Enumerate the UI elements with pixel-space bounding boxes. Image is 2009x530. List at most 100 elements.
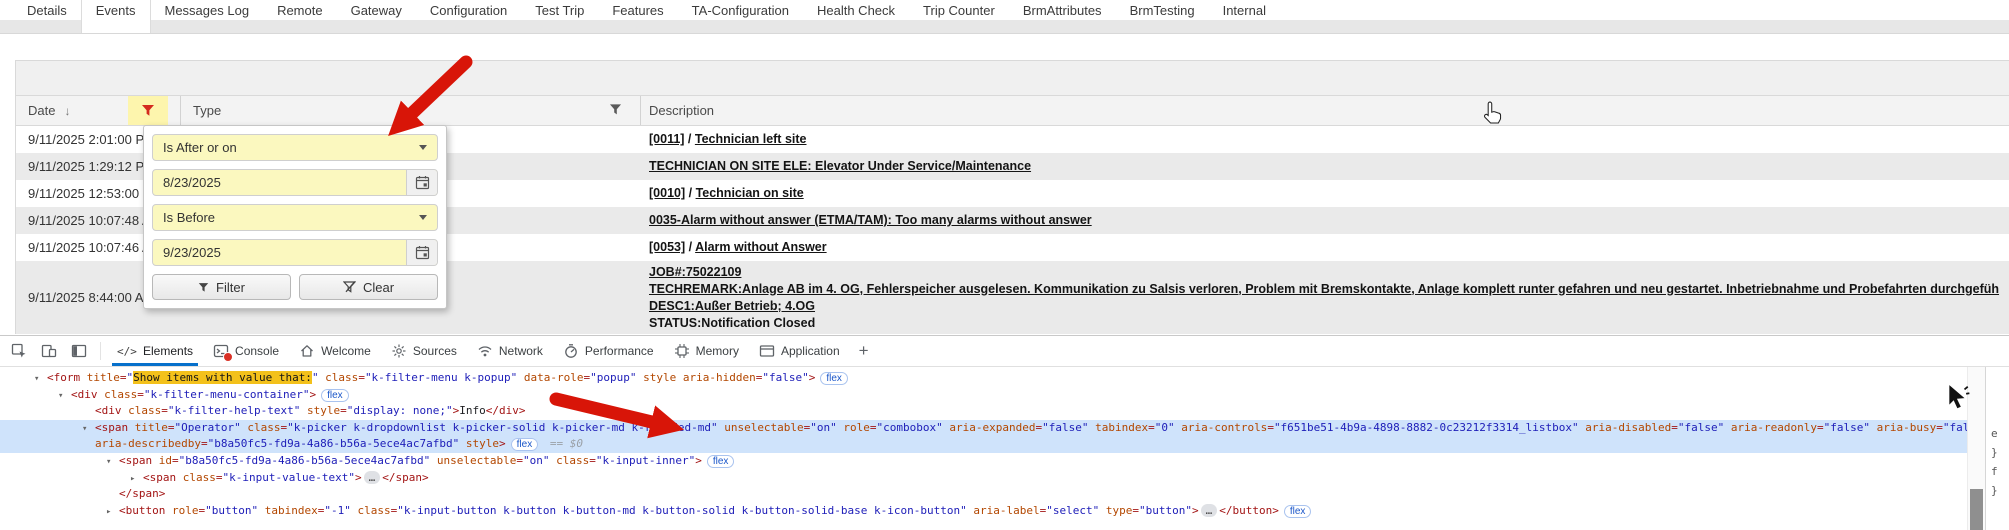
description-link[interactable]: TECHNICIAN ON SITE ELE: Elevator Under S… [649,159,1031,173]
tab-ta-configuration[interactable]: TA-Configuration [678,0,803,33]
devtools-code-line[interactable]: ▾<form title="Show items with value that… [0,370,1967,387]
type-filter-button[interactable] [609,103,622,118]
devtools-tab-label: Welcome [321,344,371,358]
code-token: < [95,421,102,434]
code-token: "display: none;" [347,404,453,417]
scrollbar-thumb[interactable] [1970,489,1983,530]
tree-toggle-icon[interactable]: ▸ [130,471,143,487]
tab-internal[interactable]: Internal [1209,0,1280,33]
date-input-1-field[interactable] [153,175,406,190]
code-token: "k-filter-menu-container" [144,388,310,401]
tree-toggle-icon[interactable]: ▾ [58,388,71,404]
devtools-tab-network[interactable]: Network [467,336,553,366]
date-filter-popup: Is After or on Is Before Filter [143,125,447,309]
description-text: / [685,186,695,200]
sort-descending-icon: ↓ [64,104,70,118]
code-token: aria-expanded [943,421,1036,434]
tab-events[interactable]: Events [81,0,151,33]
devtools-tab-sources[interactable]: Sources [381,336,467,366]
description-link[interactable]: Technician left site [695,132,807,146]
tab-features[interactable]: Features [598,0,677,33]
tab-gateway[interactable]: Gateway [337,0,416,33]
code-token: "k-input-inner" [596,454,695,467]
description-link[interactable]: TECHREMARK:Anlage AB im 4. OG, Fehlerspe… [649,282,1999,296]
devtools-tab-label: Performance [585,344,654,358]
tab-messages-log[interactable]: Messages Log [151,0,264,33]
devtools-tab-application[interactable]: Application [749,336,850,366]
tab-details[interactable]: Details [13,0,81,33]
devtools-tab-console[interactable]: Console [203,336,289,366]
date-filter-button[interactable] [128,96,168,125]
column-header-type[interactable]: Type [181,96,641,125]
tab-brmtesting[interactable]: BrmTesting [1116,0,1209,33]
calendar-button-2[interactable] [406,240,437,265]
clear-button[interactable]: Clear [299,274,438,300]
flex-badge: flex [1284,505,1312,518]
tree-toggle-icon[interactable]: ▾ [106,454,119,470]
date-input-2-field[interactable] [153,245,406,260]
devtools-tab-welcome[interactable]: Welcome [289,336,381,366]
code-token: id [152,454,172,467]
tree-toggle-icon[interactable]: ▾ [82,421,95,437]
tab-configuration[interactable]: Configuration [416,0,521,33]
description-link[interactable]: [0053] [649,240,685,254]
devtools-code-line[interactable]: ▸<button role="button" tabindex="-1" cla… [0,503,1967,520]
code-token: "select" [1046,504,1099,517]
tree-toggle-icon[interactable]: ▾ [34,371,47,387]
dock-side-icon[interactable] [66,338,92,364]
devtools-elements-tree: ▾<form title="Show items with value that… [0,367,1967,530]
tab-health-check[interactable]: Health Check [803,0,909,33]
styles-pane-text-fragment: } [1991,446,2009,465]
popup-button-row: Filter Clear [152,274,438,300]
description-link[interactable]: Technician on site [696,186,804,200]
devtools-code-line[interactable]: <div class="k-filter-help-text" style="d… [0,403,1967,420]
elements-icon: </> [117,344,137,358]
description-link[interactable]: DESC1:Außer Betrieb; 4.OG [649,299,815,313]
expand-ellipsis-button[interactable]: … [1201,504,1218,517]
devtools-code-line[interactable]: ▾<span title="Operator" class="k-picker … [0,420,1967,437]
description-link[interactable]: 0035-Alarm without answer (ETMA/TAM): To… [649,213,1092,227]
tab-brmattributes[interactable]: BrmAttributes [1009,0,1116,33]
devtools-tab-memory[interactable]: Memory [664,336,749,366]
device-toolbar-icon[interactable] [36,338,62,364]
tab-test-trip[interactable]: Test Trip [521,0,598,33]
filter-button[interactable]: Filter [152,274,291,300]
description-link[interactable]: [0010] [649,186,685,200]
expand-ellipsis-button[interactable]: … [364,471,381,484]
inspect-icon[interactable] [6,338,32,364]
column-header-description[interactable]: Description [641,96,2009,125]
code-token: = [120,371,127,384]
code-token: "k-picker k-dropdownlist k-picker-solid … [287,421,717,434]
code-token: > [422,471,429,484]
funnel-icon [141,104,155,117]
devtools-code-line[interactable]: ▾<span id="b8a50fc5-fd9a-4a86-b56a-5ece4… [0,453,1967,470]
more-tabs-button[interactable]: + [850,341,878,361]
devtools-tab-performance[interactable]: Performance [553,336,664,366]
operator-dropdown-1[interactable]: Is After or on [152,134,438,161]
description-cell: TECHNICIAN ON SITE ELE: Elevator Under S… [641,158,2009,175]
description-link[interactable]: [0011] [649,132,684,146]
code-token: tabindex [258,504,318,517]
description-line: STATUS:Notification Closed [649,315,2009,332]
description-cell: [0011] / Technician left site [641,131,2009,148]
code-token: " [312,371,319,384]
operator-dropdown-2[interactable]: Is Before [152,204,438,231]
description-link[interactable]: Alarm without Answer [695,240,827,254]
tab-trip-counter[interactable]: Trip Counter [909,0,1009,33]
code-token: div [499,404,519,417]
devtools-code-line[interactable]: aria-describedby="b8a50fc5-fd9a-4a86-b56… [0,436,1967,453]
tree-toggle-icon[interactable]: ▸ [106,504,119,520]
tab-remote[interactable]: Remote [263,0,337,33]
code-token: > [159,487,166,500]
code-token: > [695,454,702,467]
calendar-button-1[interactable] [406,170,437,195]
devtools-code-line[interactable]: ▸<span class="k-input-value-text">…</spa… [0,470,1967,487]
description-link[interactable]: JOB#:75022109 [649,265,741,279]
styles-pane-text-fragment: e [1991,427,2009,446]
code-token: "button" [1139,504,1192,517]
devtools-code-line[interactable]: ▾<div class="k-filter-menu-container">fl… [0,387,1967,404]
devtools-code-line[interactable]: </span> [0,486,1967,503]
grid-header: Date ↓ Type Description [16,96,2009,126]
devtools-tab-elements[interactable]: </>Elements [107,336,203,366]
column-header-date[interactable]: Date ↓ [16,96,181,125]
